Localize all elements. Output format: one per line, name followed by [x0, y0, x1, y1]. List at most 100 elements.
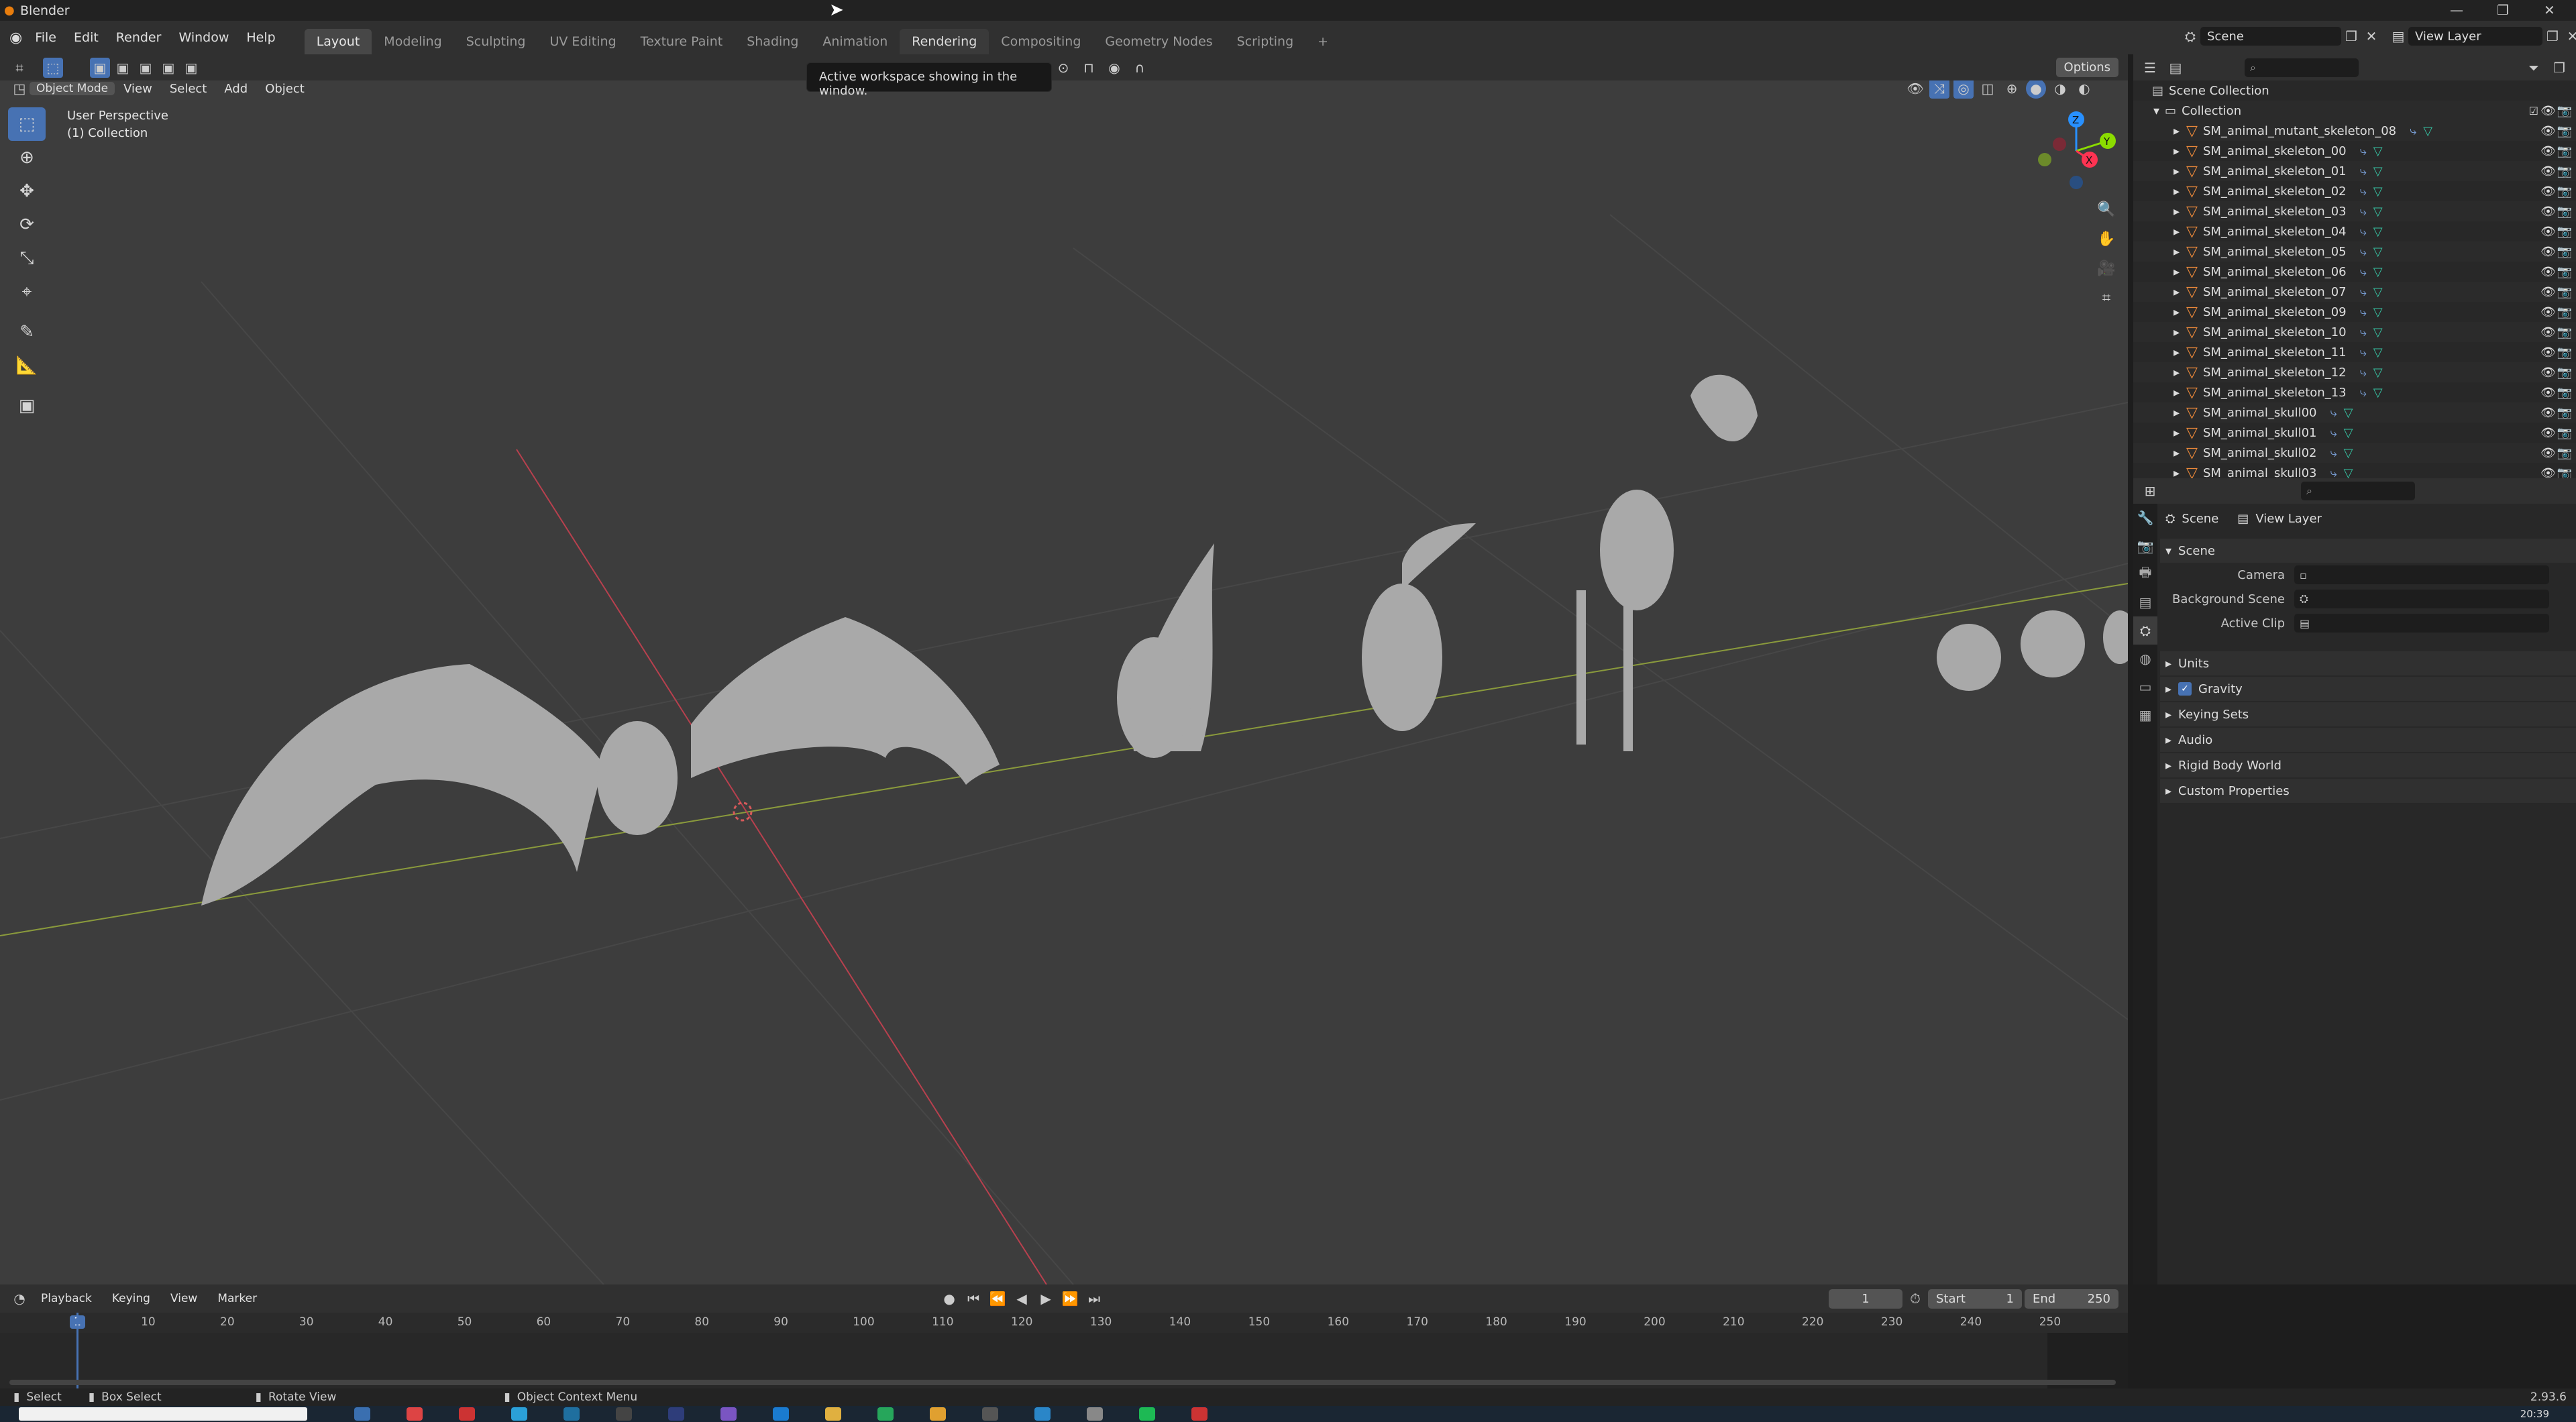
eye-icon[interactable]: 👁: [2540, 426, 2556, 440]
mesh-data-icon[interactable]: ▽: [2373, 265, 2383, 279]
editor-type-icon[interactable]: ⌗: [9, 58, 30, 78]
mesh-data-icon[interactable]: ▽: [2373, 325, 2383, 339]
expand-arrow-icon[interactable]: ▸: [2174, 265, 2180, 279]
tab-layout[interactable]: Layout: [304, 29, 372, 54]
render-camera-icon[interactable]: 📷: [2557, 345, 2572, 360]
options-button[interactable]: Options: [2055, 58, 2118, 77]
mesh-data-icon[interactable]: ▽: [2373, 144, 2383, 158]
expand-arrow-icon[interactable]: ▸: [2174, 225, 2180, 239]
measure-tool-icon[interactable]: 📐: [8, 349, 46, 382]
outliner-object-row[interactable]: ▸ ▽ SM_animal_skeleton_05 ⤷ ▽ 👁 📷: [2133, 241, 2576, 262]
transform-tool-icon[interactable]: ⌖: [8, 275, 46, 309]
modifier-icon[interactable]: ⤷: [2330, 426, 2337, 440]
outliner-object-row[interactable]: ▸ ▽ SM_animal_skeleton_13 ⤷ ▽ 👁 📷: [2133, 382, 2576, 402]
pan-hand-icon[interactable]: ✋: [2092, 224, 2121, 254]
collection-tab-icon[interactable]: ▭: [2133, 673, 2157, 701]
invert-selection-icon[interactable]: ▣: [158, 58, 178, 78]
eye-icon[interactable]: 👁: [2540, 164, 2556, 178]
properties-search[interactable]: ⌕: [2301, 482, 2415, 500]
render-camera-icon[interactable]: 📷: [2557, 265, 2572, 279]
jump-start-icon[interactable]: ⏮: [963, 1289, 983, 1309]
outliner-object-row[interactable]: ▸ ▽ SM_animal_skeleton_01 ⤷ ▽ 👁 📷: [2133, 161, 2576, 181]
next-keyframe-icon[interactable]: ⏩: [1060, 1289, 1080, 1309]
modifier-icon[interactable]: ⤷: [2360, 205, 2367, 219]
render-camera-icon[interactable]: 📷: [2557, 124, 2572, 138]
transform-pivot-icon[interactable]: ⊙: [1053, 58, 1073, 78]
expand-arrow-icon[interactable]: ▸: [2174, 164, 2180, 178]
audio-panel[interactable]: ▸ Audio: [2160, 728, 2576, 752]
modifier-icon[interactable]: ⤷: [2360, 144, 2367, 158]
collection-row[interactable]: ▾ ▭ Collection ☑ 👁 📷: [2133, 101, 2576, 121]
tab-texture-paint[interactable]: Texture Paint: [629, 29, 735, 54]
menu-edit[interactable]: Edit: [65, 30, 107, 45]
mesh-data-icon[interactable]: ▽: [2373, 164, 2383, 178]
taskbar-app-icon[interactable]: [616, 1407, 632, 1421]
expand-arrow-icon[interactable]: ▸: [2174, 366, 2180, 380]
eye-icon[interactable]: 👁: [2540, 225, 2556, 239]
eye-icon[interactable]: 👁: [2540, 205, 2556, 219]
taskbar-app-icon[interactable]: [668, 1407, 684, 1421]
render-camera-icon[interactable]: 📷: [2557, 305, 2572, 319]
active-clip-field[interactable]: ▤: [2294, 614, 2549, 633]
units-panel[interactable]: ▸ Units: [2160, 651, 2576, 675]
outliner-object-row[interactable]: ▸ ▽ SM_animal_skeleton_11 ⤷ ▽ 👁 📷: [2133, 342, 2576, 362]
eye-icon[interactable]: 👁: [2540, 325, 2556, 339]
modifier-icon[interactable]: ⤷: [2360, 345, 2367, 360]
render-tab-icon[interactable]: 📷: [2133, 532, 2157, 560]
gravity-checkbox[interactable]: ✓: [2178, 682, 2192, 696]
modifier-icon[interactable]: ⤷: [2360, 386, 2367, 400]
taskbar-app-icon[interactable]: [459, 1407, 475, 1421]
timeline-editor-icon[interactable]: ◔: [9, 1289, 30, 1309]
expand-arrow-icon[interactable]: ▸: [2174, 285, 2180, 299]
modifier-icon[interactable]: ⤷: [2360, 325, 2367, 339]
modifier-icon[interactable]: ⤷: [2360, 285, 2367, 299]
tab-geometry-nodes[interactable]: Geometry Nodes: [1093, 29, 1224, 54]
render-camera-icon[interactable]: 📷: [2557, 325, 2572, 339]
close-window-button[interactable]: ✕: [2544, 2, 2555, 18]
render-camera-icon[interactable]: 📷: [2557, 104, 2572, 118]
playhead[interactable]: [76, 1313, 78, 1388]
cursor-tool-icon[interactable]: ⊕: [8, 141, 46, 174]
frame-ruler[interactable]: 1102030405060708090100110120130140150160…: [0, 1313, 2128, 1333]
select-tool-icon[interactable]: ⬚: [43, 57, 63, 78]
taskbar-search[interactable]: [19, 1407, 307, 1421]
eye-icon[interactable]: 👁: [2540, 104, 2556, 118]
new-collection-icon[interactable]: ❐: [2549, 58, 2569, 78]
timeline-track-area[interactable]: 1102030405060708090100110120130140150160…: [0, 1313, 2128, 1388]
scene-icon[interactable]: ⛭: [2180, 26, 2200, 46]
expand-arrow-icon[interactable]: ▸: [2174, 245, 2180, 259]
falloff-icon[interactable]: ∩: [1130, 58, 1150, 78]
preview-range-icon[interactable]: ⏱: [1905, 1289, 1925, 1309]
play-icon[interactable]: ▶: [1036, 1289, 1056, 1309]
tool-tab-icon[interactable]: 🔧: [2133, 504, 2157, 532]
navigation-gizmo[interactable]: Z Y X: [2033, 107, 2127, 195]
outliner-object-row[interactable]: ▸ ▽ SM_animal_skeleton_00 ⤷ ▽ 👁 📷: [2133, 141, 2576, 161]
modifier-icon[interactable]: ⤷: [2360, 164, 2367, 178]
render-camera-icon[interactable]: 📷: [2557, 366, 2572, 380]
modifier-icon[interactable]: ⤷: [2360, 225, 2367, 239]
render-camera-icon[interactable]: 📷: [2557, 285, 2572, 299]
render-camera-icon[interactable]: 📷: [2557, 446, 2572, 460]
scene-collection-row[interactable]: ▤ Scene Collection: [2133, 80, 2576, 101]
taskbar-app-icon[interactable]: [930, 1407, 946, 1421]
expand-arrow-icon[interactable]: ▸: [2174, 406, 2180, 420]
eye-icon[interactable]: 👁: [2540, 386, 2556, 400]
modifier-icon[interactable]: ⤷: [2410, 124, 2416, 138]
outliner-object-row[interactable]: ▸ ▽ SM_animal_skeleton_03 ⤷ ▽ 👁 📷: [2133, 201, 2576, 221]
taskbar-app-icon[interactable]: [511, 1407, 527, 1421]
outliner-object-row[interactable]: ▸ ▽ SM_animal_skull00 ⤷ ▽ 👁 📷: [2133, 402, 2576, 423]
move-tool-icon[interactable]: ✥: [8, 174, 46, 208]
render-camera-icon[interactable]: 📷: [2557, 426, 2572, 440]
collapse-arrow-icon[interactable]: ▾: [2153, 104, 2159, 118]
scene-field[interactable]: Scene: [2200, 27, 2341, 46]
expand-arrow-icon[interactable]: ▸: [2174, 426, 2180, 440]
tab-shading[interactable]: Shading: [735, 29, 810, 54]
mesh-data-icon[interactable]: ▽: [2423, 124, 2432, 138]
mesh-data-icon[interactable]: ▽: [2373, 285, 2383, 299]
start-frame-field[interactable]: Start 1: [1928, 1289, 2022, 1309]
taskbar-app-icon[interactable]: [982, 1407, 998, 1421]
view-layer-tab-icon[interactable]: ▤: [2133, 588, 2157, 616]
gravity-panel[interactable]: ▸ ✓ Gravity: [2160, 677, 2576, 701]
record-icon[interactable]: ●: [939, 1289, 959, 1309]
eye-icon[interactable]: 👁: [2540, 124, 2556, 138]
